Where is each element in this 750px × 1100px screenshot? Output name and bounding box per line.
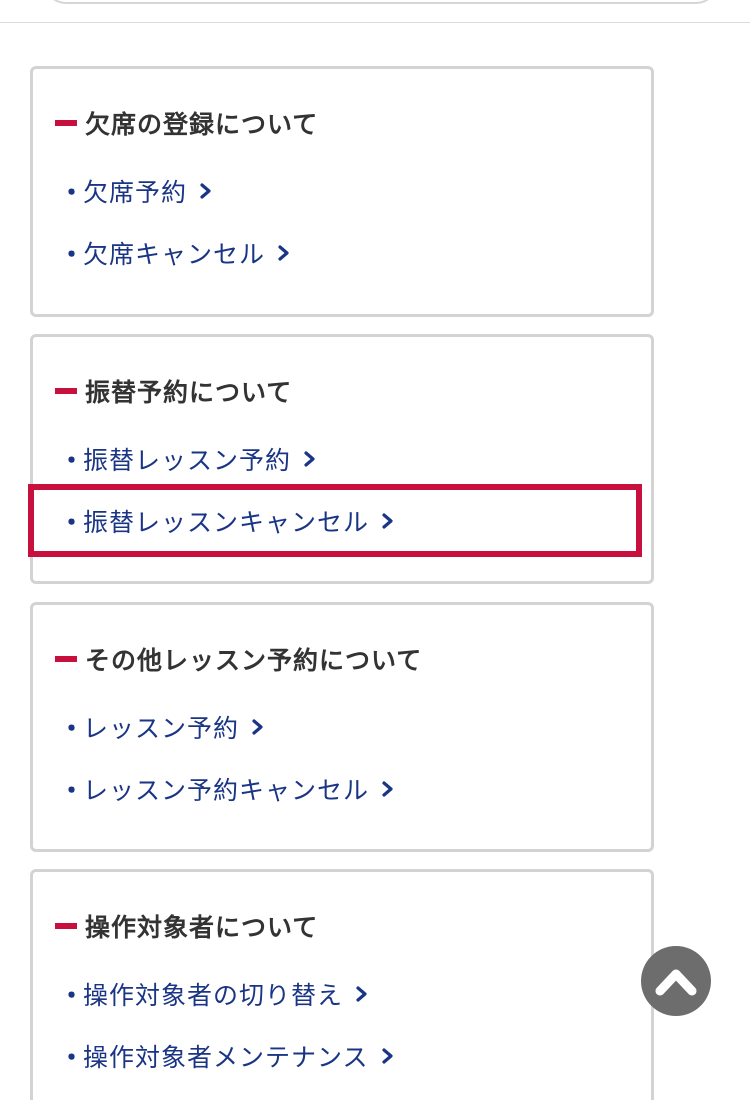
heading-dash-icon xyxy=(55,120,77,126)
section-heading: 欠席の登録について xyxy=(55,105,318,141)
bullet: ・ xyxy=(59,776,86,805)
search-bar[interactable] xyxy=(44,0,718,4)
section-card-other-lessons: その他レッスン予約について ・ レッスン予約 ・ レッスン予約キャンセル xyxy=(30,602,654,852)
chevron-right-icon xyxy=(252,719,263,735)
heading-dash-icon xyxy=(55,923,77,929)
link-operator-maintenance[interactable]: ・ 操作対象者メンテナンス xyxy=(59,1038,395,1074)
section-title: 欠席の登録について xyxy=(85,110,319,139)
chevron-right-icon xyxy=(381,1048,393,1064)
link-operator-switch[interactable]: ・ 操作対象者の切り替え xyxy=(59,976,369,1012)
section-card-absence: 欠席の登録について ・ 欠席予約 ・ 欠席キャンセル xyxy=(30,66,654,317)
link-label: 操作対象者メンテナンス xyxy=(83,1043,369,1072)
section-title: その他レッスン予約について xyxy=(85,646,423,675)
link-absence-cancel[interactable]: ・ 欠席キャンセル xyxy=(59,235,291,271)
bullet: ・ xyxy=(59,240,86,269)
bullet: ・ xyxy=(59,1043,86,1072)
link-label: 欠席キャンセル xyxy=(83,240,266,269)
chevron-right-icon xyxy=(304,451,315,467)
scroll-top-button[interactable] xyxy=(641,946,711,1016)
section-title: 操作対象者について xyxy=(85,913,319,942)
chevron-right-icon xyxy=(278,245,289,261)
chevron-up-icon xyxy=(655,969,697,996)
highlight-box xyxy=(28,484,642,557)
bullet: ・ xyxy=(59,446,86,475)
heading-dash-icon xyxy=(55,656,77,662)
section-title: 振替予約について xyxy=(85,378,293,407)
link-transfer-reserve[interactable]: ・ 振替レッスン予約 xyxy=(59,441,317,477)
link-label: レッスン予約キャンセル xyxy=(83,776,370,805)
header-divider xyxy=(0,22,750,23)
link-label: 操作対象者の切り替え xyxy=(83,981,344,1010)
link-label: レッスン予約 xyxy=(83,714,240,743)
page: 欠席の登録について ・ 欠席予約 ・ 欠席キャンセル 振替予約について ・ 振替… xyxy=(0,0,750,1100)
link-lesson-cancel[interactable]: ・ レッスン予約キャンセル xyxy=(59,771,395,807)
bullet: ・ xyxy=(59,714,86,743)
section-heading: その他レッスン予約について xyxy=(55,641,422,677)
link-label: 振替レッスン予約 xyxy=(83,446,292,475)
chevron-right-icon xyxy=(200,183,211,199)
link-absence-reserve[interactable]: ・ 欠席予約 xyxy=(59,173,213,209)
link-lesson-reserve[interactable]: ・ レッスン予約 xyxy=(59,709,265,745)
section-card-operator: 操作対象者について ・ 操作対象者の切り替え ・ 操作対象者メンテナンス xyxy=(30,869,654,1100)
section-heading: 振替予約について xyxy=(55,373,292,409)
heading-dash-icon xyxy=(55,388,77,394)
chevron-right-icon xyxy=(356,986,367,1002)
bullet: ・ xyxy=(59,981,86,1010)
section-heading: 操作対象者について xyxy=(55,908,318,944)
chevron-right-icon xyxy=(382,781,393,797)
link-label: 欠席予約 xyxy=(83,178,188,207)
bullet: ・ xyxy=(59,178,86,207)
